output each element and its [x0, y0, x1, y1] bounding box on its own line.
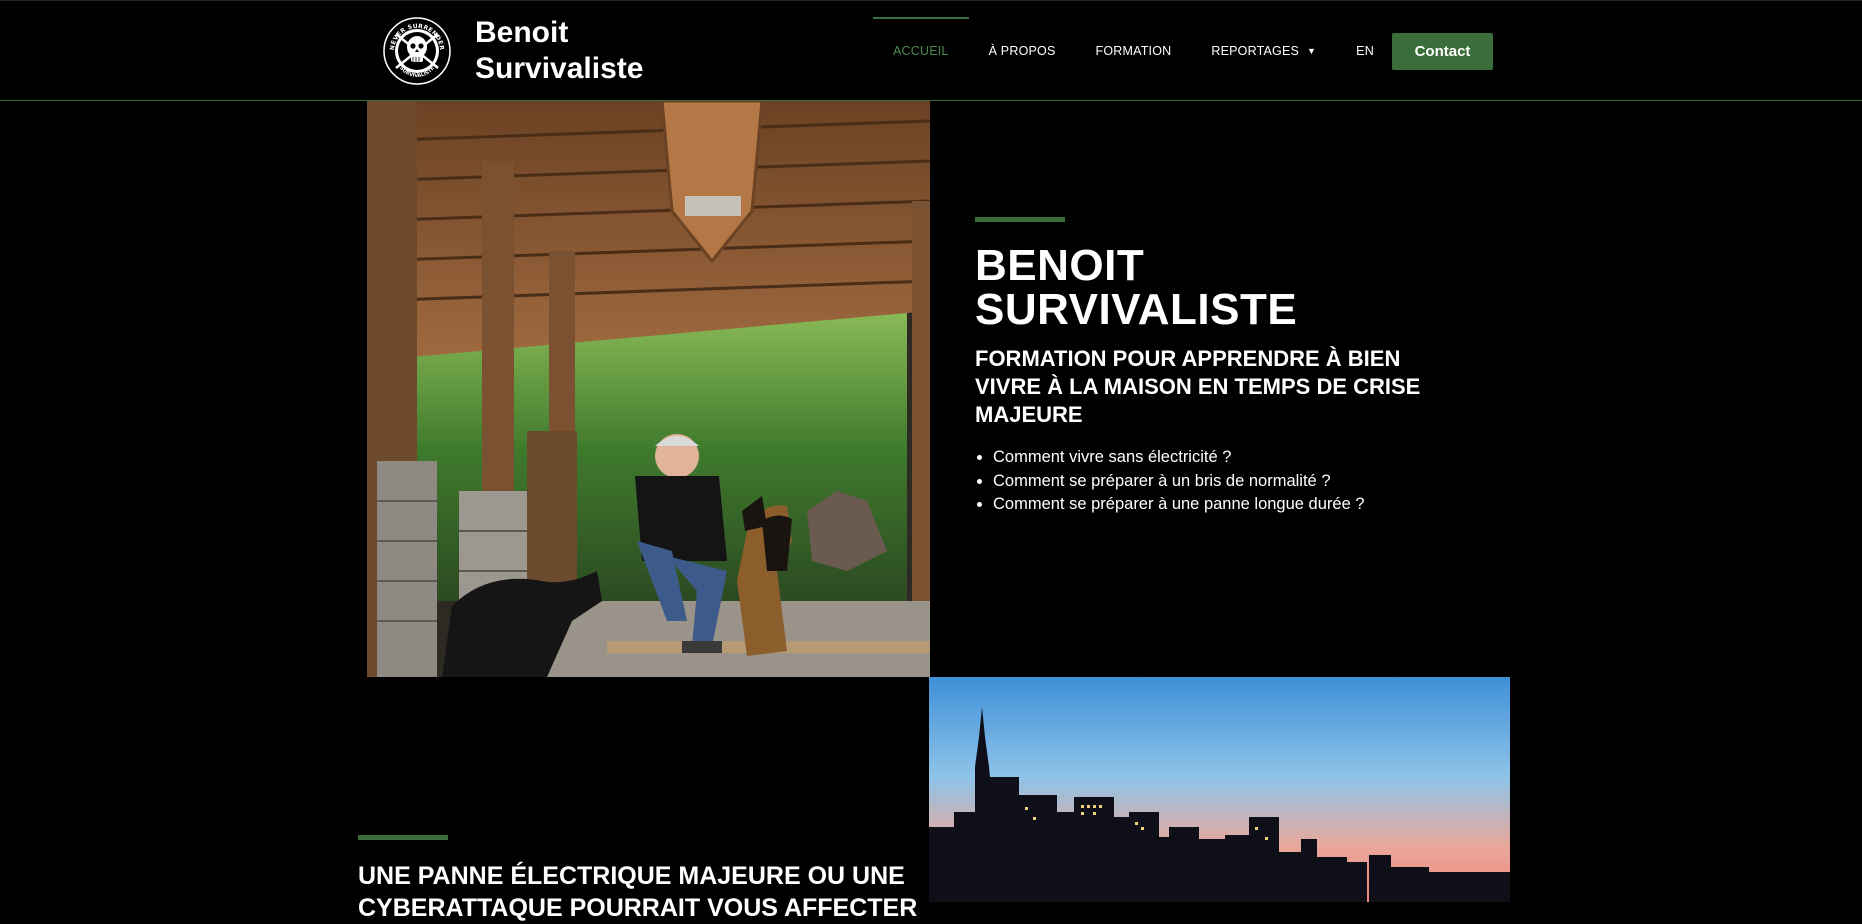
nav-label: EN	[1356, 44, 1374, 58]
nav-item-accueil[interactable]: ACCUEIL	[873, 17, 969, 85]
hero-title: BENOIT SURVIVALISTE	[975, 244, 1395, 332]
hero-photo	[367, 101, 930, 677]
main-nav: ACCUEIL À PROPOS FORMATION REPORTAGES ▼ …	[873, 17, 1394, 85]
hero-bullet-list: Comment vivre sans électricité ? Comment…	[993, 446, 1453, 517]
skull-logo-icon: NEVER SURRENDER SURVIVALISTE	[383, 17, 451, 85]
nav-item-formation[interactable]: FORMATION	[1076, 17, 1192, 85]
hero-accent-bar	[975, 217, 1065, 222]
hero-photo-illustration	[367, 101, 930, 677]
skyline-photo-illustration	[929, 677, 1510, 902]
nav-label: À PROPOS	[988, 44, 1056, 58]
section2-accent-bar	[358, 835, 448, 840]
list-item: Comment se préparer à une panne longue d…	[993, 493, 1453, 517]
hero-title-line-1: BENOIT	[975, 241, 1145, 290]
hero-title-line-2: SURVIVALISTE	[975, 285, 1298, 334]
list-item: Comment se préparer à un bris de normali…	[993, 470, 1453, 494]
nav-item-language-en[interactable]: EN	[1336, 17, 1394, 85]
nav-item-a-propos[interactable]: À PROPOS	[969, 17, 1076, 85]
brand-line-1: Benoit	[475, 16, 569, 49]
nav-label: FORMATION	[1095, 44, 1172, 58]
site-header: NEVER SURRENDER SURVIVALISTE Benoit Surv…	[0, 0, 1862, 101]
nav-item-reportages[interactable]: REPORTAGES ▼	[1191, 17, 1336, 85]
nav-label: ACCUEIL	[893, 44, 949, 58]
skyline-photo	[929, 677, 1510, 902]
hero-subtitle: FORMATION POUR APPRENDRE À BIEN VIVRE À …	[975, 346, 1421, 427]
list-item: Comment vivre sans électricité ?	[993, 446, 1453, 470]
nav-label: REPORTAGES	[1211, 44, 1300, 58]
logo-link[interactable]: NEVER SURRENDER SURVIVALISTE Benoit Surv…	[382, 15, 643, 87]
brand-name[interactable]: Benoit Survivaliste	[475, 15, 643, 87]
section2-title: UNE PANNE ÉLECTRIQUE MAJEURE OU UNE CYBE…	[358, 862, 918, 922]
brand-line-2: Survivaliste	[475, 52, 644, 85]
caret-down-icon[interactable]: ▼	[1307, 46, 1316, 56]
contact-button[interactable]: Contact	[1392, 33, 1493, 70]
